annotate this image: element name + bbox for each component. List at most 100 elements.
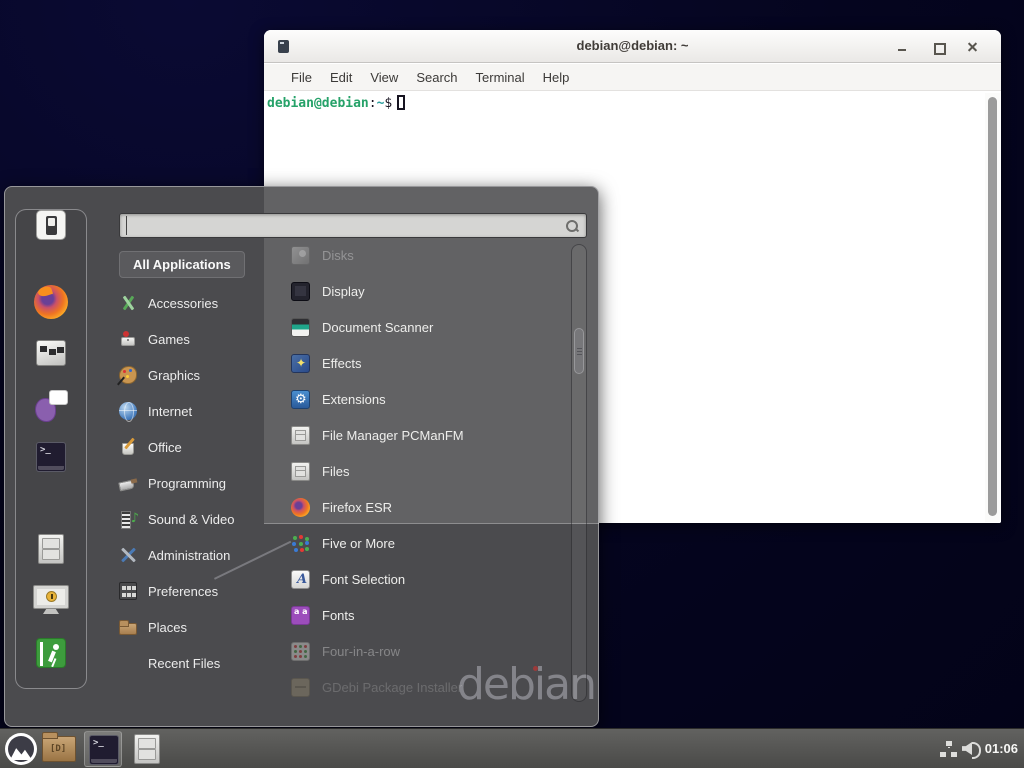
menu-button[interactable] <box>5 733 37 765</box>
app-label: Font Selection <box>322 572 405 587</box>
favorite-item[interactable] <box>36 638 66 668</box>
category-label: Accessories <box>148 296 218 311</box>
prompt-separator: : <box>369 96 377 111</box>
category-label: Administration <box>148 548 230 563</box>
category-item[interactable]: All Applications <box>119 251 245 278</box>
shutdown-icon <box>36 210 66 240</box>
search-input[interactable] <box>126 216 560 235</box>
app-label: Document Scanner <box>322 320 433 335</box>
disks-icon <box>291 246 310 265</box>
app-item[interactable]: Font Selection <box>291 561 569 597</box>
app-item[interactable]: Firefox ESR <box>291 489 569 525</box>
favorite-item[interactable] <box>38 534 64 564</box>
category-item[interactable]: Office <box>119 429 271 465</box>
office-icon <box>119 438 137 456</box>
fontselection-icon <box>291 570 310 589</box>
firefox-icon <box>34 285 68 319</box>
terminal-menubar: FileEditViewSearchTerminalHelp <box>264 64 1001 91</box>
search-box <box>119 213 587 238</box>
file-manager-launcher-icon[interactable] <box>42 736 76 762</box>
gdebi-icon <box>291 678 310 697</box>
app-item[interactable]: Disks <box>291 237 569 273</box>
app-item[interactable]: Extensions <box>291 381 569 417</box>
favorite-item[interactable] <box>36 210 66 240</box>
graphics-icon <box>119 366 137 384</box>
category-item[interactable]: Programming <box>119 465 271 501</box>
preferences-icon <box>119 582 137 600</box>
administration-icon <box>119 546 137 564</box>
app-list-scrollbar-thumb[interactable] <box>574 328 584 374</box>
app-item[interactable]: Fonts <box>291 597 569 633</box>
menubar-item[interactable]: Terminal <box>467 67 534 88</box>
favorites-panel <box>15 209 87 689</box>
terminal-icon <box>36 442 66 472</box>
app-label: Files <box>322 464 349 479</box>
app-item[interactable]: Effects <box>291 345 569 381</box>
network-icon[interactable] <box>940 741 958 757</box>
favorite-item[interactable] <box>36 337 66 366</box>
application-menu: debian <box>4 186 599 727</box>
soundvideo-icon <box>119 510 137 528</box>
shell-prompt: debian@debian:~$ <box>267 95 405 111</box>
category-item[interactable]: Internet <box>119 393 271 429</box>
close-icon[interactable] <box>963 38 981 56</box>
app-label: Five or More <box>322 536 395 551</box>
category-item[interactable]: Preferences <box>119 573 271 609</box>
category-item[interactable]: Games <box>119 321 271 357</box>
app-item[interactable]: Document Scanner <box>291 309 569 345</box>
category-label: Sound & Video <box>148 512 235 527</box>
cabinet-icon <box>38 534 64 564</box>
prompt-symbol: $ <box>384 96 392 111</box>
category-item[interactable]: Places <box>119 609 271 645</box>
favorite-item[interactable] <box>33 585 69 609</box>
mixer-icon <box>36 340 66 366</box>
favorite-item[interactable] <box>36 442 66 472</box>
internet-icon <box>119 402 137 420</box>
app-item[interactable]: Four-in-a-row <box>291 633 569 669</box>
category-item[interactable]: Graphics <box>119 357 271 393</box>
app-item[interactable]: Display <box>291 273 569 309</box>
menubar-item[interactable]: View <box>361 67 407 88</box>
app-list-scrollbar[interactable] <box>571 244 587 702</box>
menubar-item[interactable]: Search <box>407 67 466 88</box>
terminal-scrollbar-thumb[interactable] <box>988 97 997 516</box>
volume-icon[interactable] <box>962 740 980 757</box>
maximize-icon[interactable] <box>929 38 947 56</box>
category-item[interactable]: Administration <box>119 537 271 573</box>
minimize-icon[interactable] <box>893 38 911 56</box>
terminal-scrollbar[interactable] <box>985 93 1000 522</box>
app-item[interactable]: Five or More <box>291 525 569 561</box>
firefox-icon <box>291 498 310 517</box>
files-launcher-icon[interactable] <box>134 734 160 764</box>
logout-icon <box>36 638 66 668</box>
accessories-icon <box>119 294 137 312</box>
category-item[interactable]: Sound & Video <box>119 501 271 537</box>
menubar-item[interactable]: File <box>282 67 321 88</box>
pidgin-icon <box>34 390 68 422</box>
cabinet-icon <box>291 426 310 445</box>
clock[interactable]: 01:06 <box>985 729 1018 768</box>
category-item[interactable]: Recent Files <box>119 645 271 681</box>
app-item[interactable]: GDebi Package Installer <box>291 669 569 705</box>
fiveormore-icon <box>291 534 310 553</box>
app-label: Fonts <box>322 608 355 623</box>
cabinet-icon <box>291 462 310 481</box>
text-cursor <box>397 95 405 110</box>
fourinarow-icon <box>291 642 310 661</box>
favorite-item[interactable] <box>34 285 68 319</box>
favorite-item[interactable] <box>34 390 68 422</box>
terminal-titlebar[interactable]: debian@debian: ~ <box>264 30 1001 63</box>
app-item[interactable]: Files <box>291 453 569 489</box>
prompt-user-host: debian@debian <box>267 96 369 111</box>
category-label: Games <box>148 332 190 347</box>
category-list: All Applications Accessories Games Graph… <box>119 249 271 681</box>
terminal-taskbar-button[interactable] <box>84 731 122 767</box>
app-item[interactable]: File Manager PCManFM <box>291 417 569 453</box>
menubar-item[interactable]: Help <box>534 67 579 88</box>
category-label: Recent Files <box>148 656 220 671</box>
file-cabinet-icon <box>134 734 160 764</box>
category-item[interactable]: Accessories <box>119 285 271 321</box>
menubar-item[interactable]: Edit <box>321 67 361 88</box>
extensions-icon <box>291 390 310 409</box>
terminal-title: debian@debian: ~ <box>264 38 1001 53</box>
